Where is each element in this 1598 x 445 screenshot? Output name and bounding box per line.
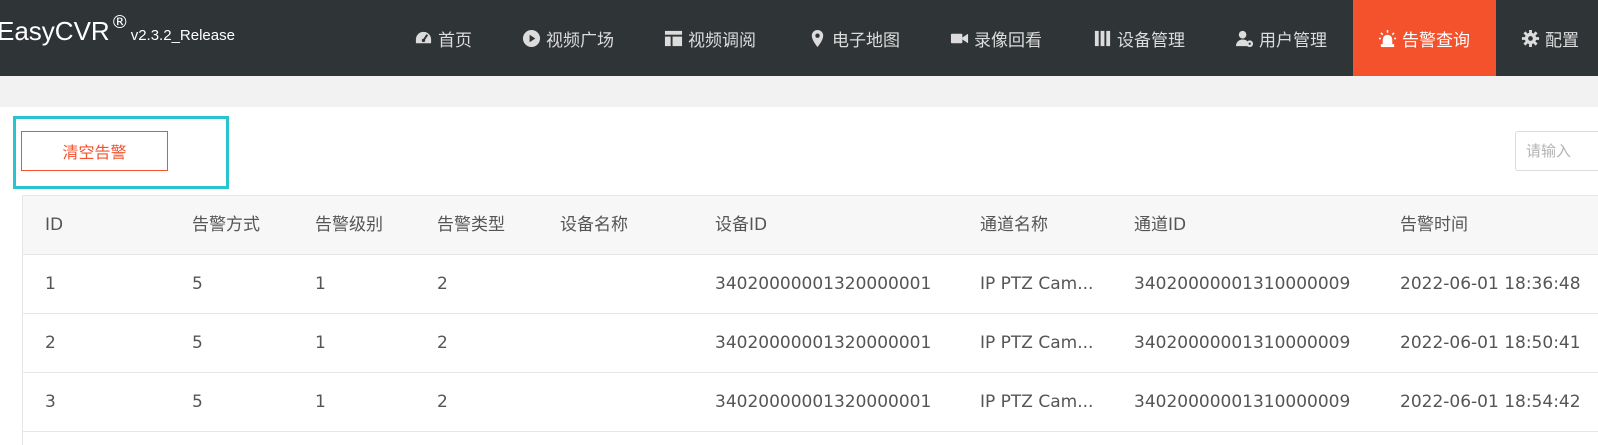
cell-alarm-level: 1 xyxy=(315,274,326,294)
play-circle-icon xyxy=(522,29,541,47)
nav-item-config[interactable]: 配置 xyxy=(1521,0,1579,76)
cell-alarm-type: 2 xyxy=(437,274,448,294)
cell-id: 2 xyxy=(45,333,56,353)
cell-channel-name: IP PTZ Cam... xyxy=(980,392,1094,412)
cell-alarm-level: 1 xyxy=(315,392,326,412)
header-device-name: 设备名称 xyxy=(560,215,628,235)
alarm-light-icon xyxy=(1378,29,1397,47)
alarm-table: ID 告警方式 告警级别 告警类型 设备名称 设备ID 通道名称 通道ID 告警… xyxy=(22,195,1598,445)
header-device-id: 设备ID xyxy=(715,215,768,235)
nav-item-label: 首页 xyxy=(438,30,472,51)
nav-item-device-mgmt[interactable]: 设备管理 xyxy=(1093,0,1185,76)
header-alarm-type: 告警类型 xyxy=(437,215,505,235)
user-gear-icon xyxy=(1235,30,1254,47)
search-input[interactable] xyxy=(1515,131,1598,171)
cell-alarm-type: 2 xyxy=(437,392,448,412)
nav-item-video-square[interactable]: 视频广场 xyxy=(522,0,614,76)
cell-alarm-method: 5 xyxy=(192,392,203,412)
cell-alarm-method: 5 xyxy=(192,333,203,353)
header-channel-name: 通道名称 xyxy=(980,215,1048,235)
nav-item-label: 告警查询 xyxy=(1402,30,1470,51)
cell-device-id: 34020000001320000001 xyxy=(715,333,932,353)
map-marker-icon xyxy=(811,29,824,47)
nav-item-user-mgmt[interactable]: 用户管理 xyxy=(1235,0,1327,76)
brand-logo: EasyCVR®v2.3.2_Release xyxy=(0,12,235,47)
cell-device-id: 34020000001320000001 xyxy=(715,274,932,294)
brand-version: v2.3.2_Release xyxy=(130,27,235,44)
cell-channel-id: 34020000001310000009 xyxy=(1134,333,1351,353)
cell-id: 1 xyxy=(45,274,56,294)
dashboard-icon xyxy=(415,31,432,43)
nav-item-home[interactable]: 首页 xyxy=(414,0,472,76)
nav-item-playback[interactable]: 录像回看 xyxy=(950,0,1042,76)
header-alarm-time: 告警时间 xyxy=(1400,215,1468,235)
nav-item-label: 配置 xyxy=(1545,30,1579,51)
table-header: ID 告警方式 告警级别 告警类型 设备名称 设备ID 通道名称 通道ID 告警… xyxy=(23,196,1598,255)
nav-item-label: 录像回看 xyxy=(974,30,1042,51)
nav-item-label: 设备管理 xyxy=(1117,30,1185,51)
nav-item-emap[interactable]: 电子地图 xyxy=(808,0,900,76)
device-icon xyxy=(1094,30,1111,46)
sub-header-bar xyxy=(0,76,1598,107)
top-navbar: EasyCVR®v2.3.2_Release 首页 视频广场 视频调阅 电子地图… xyxy=(0,0,1598,76)
nav-item-label: 电子地图 xyxy=(832,30,900,51)
cell-alarm-type: 2 xyxy=(437,333,448,353)
cell-channel-id: 34020000001310000009 xyxy=(1134,392,1351,412)
brand-name: EasyCVR xyxy=(0,16,110,46)
cell-device-id: 34020000001320000001 xyxy=(715,392,932,412)
cell-alarm-time: 2022-06-01 18:50:41 xyxy=(1400,333,1581,353)
header-channel-id: 通道ID xyxy=(1134,215,1187,235)
gear-icon xyxy=(1521,29,1540,47)
cell-channel-id: 34020000001310000009 xyxy=(1134,274,1351,294)
video-camera-icon xyxy=(950,33,969,43)
nav-item-alarm-query[interactable]: 告警查询 xyxy=(1353,0,1496,76)
table-row[interactable]: 3 5 1 2 34020000001320000001 IP PTZ Cam.… xyxy=(23,373,1598,432)
cell-alarm-time: 2022-06-01 18:54:42 xyxy=(1400,392,1581,412)
header-alarm-level: 告警级别 xyxy=(315,215,383,235)
nav-item-label: 视频广场 xyxy=(546,30,614,51)
cell-id: 3 xyxy=(45,392,56,412)
clear-alarms-button[interactable]: 清空告警 xyxy=(21,131,168,171)
nav-item-label: 视频调阅 xyxy=(688,30,756,51)
cell-channel-name: IP PTZ Cam... xyxy=(980,274,1094,294)
cell-alarm-time: 2022-06-01 18:36:48 xyxy=(1400,274,1581,294)
cell-channel-name: IP PTZ Cam... xyxy=(980,333,1094,353)
brand-registered-mark: ® xyxy=(110,12,129,33)
layout-icon xyxy=(664,30,683,46)
nav-item-label: 用户管理 xyxy=(1259,30,1327,51)
table-row[interactable]: 2 5 1 2 34020000001320000001 IP PTZ Cam.… xyxy=(23,314,1598,373)
table-row[interactable]: 1 5 1 2 34020000001320000001 IP PTZ Cam.… xyxy=(23,255,1598,314)
nav-item-video-browse[interactable]: 视频调阅 xyxy=(664,0,756,76)
header-id: ID xyxy=(45,215,64,235)
cell-alarm-method: 5 xyxy=(192,274,203,294)
cell-alarm-level: 1 xyxy=(315,333,326,353)
header-alarm-method: 告警方式 xyxy=(192,215,260,235)
